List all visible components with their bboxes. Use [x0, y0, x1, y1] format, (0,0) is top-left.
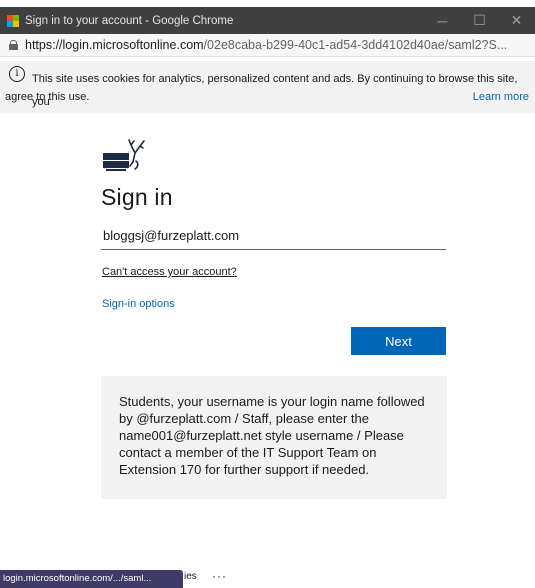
learn-more-link[interactable]: Learn more	[473, 91, 529, 103]
close-button[interactable]: ✕	[498, 12, 535, 29]
browser-popup-window: Sign in to your account - Google Chrome …	[0, 0, 535, 588]
lock-icon	[9, 40, 18, 50]
status-bar-url: login.microsoftonline.com/.../saml...	[0, 570, 183, 588]
cant-access-account-link[interactable]: Can't access your account?	[102, 266, 237, 278]
cookie-text-line2: agree to this use.	[5, 91, 90, 103]
signin-options-link[interactable]: Sign-in options	[102, 298, 175, 310]
url-host: https://login.microsoftonline.com	[25, 38, 204, 52]
more-options-icon[interactable]: ···	[212, 569, 227, 583]
microsoft-logo-icon	[7, 14, 19, 27]
info-icon: i	[9, 66, 25, 82]
login-notice: Students, your username is your login na…	[101, 376, 447, 499]
url-path: /02e8caba-b299-40c1-ad54-3dd4102d40ae/sa…	[203, 38, 508, 52]
window-title: Sign in to your account - Google Chrome	[25, 14, 234, 27]
title-bar[interactable]: Sign in to your account - Google Chrome …	[0, 7, 535, 34]
next-button[interactable]: Next	[351, 327, 446, 355]
page-title: Sign in	[101, 184, 173, 210]
cookie-text-line1: This site uses cookies for analytics, pe…	[32, 73, 518, 108]
minimize-button[interactable]: ─	[424, 13, 461, 29]
footer-partial-text[interactable]: ies	[184, 571, 197, 582]
cookie-banner: i This site uses cookies for analytics, …	[0, 61, 535, 113]
maximize-button[interactable]: ☐	[461, 12, 498, 29]
address-bar[interactable]: https://login.microsoftonline.com/02e8ca…	[0, 34, 535, 57]
email-field[interactable]	[101, 224, 446, 250]
furze-platt-logo	[103, 139, 145, 171]
